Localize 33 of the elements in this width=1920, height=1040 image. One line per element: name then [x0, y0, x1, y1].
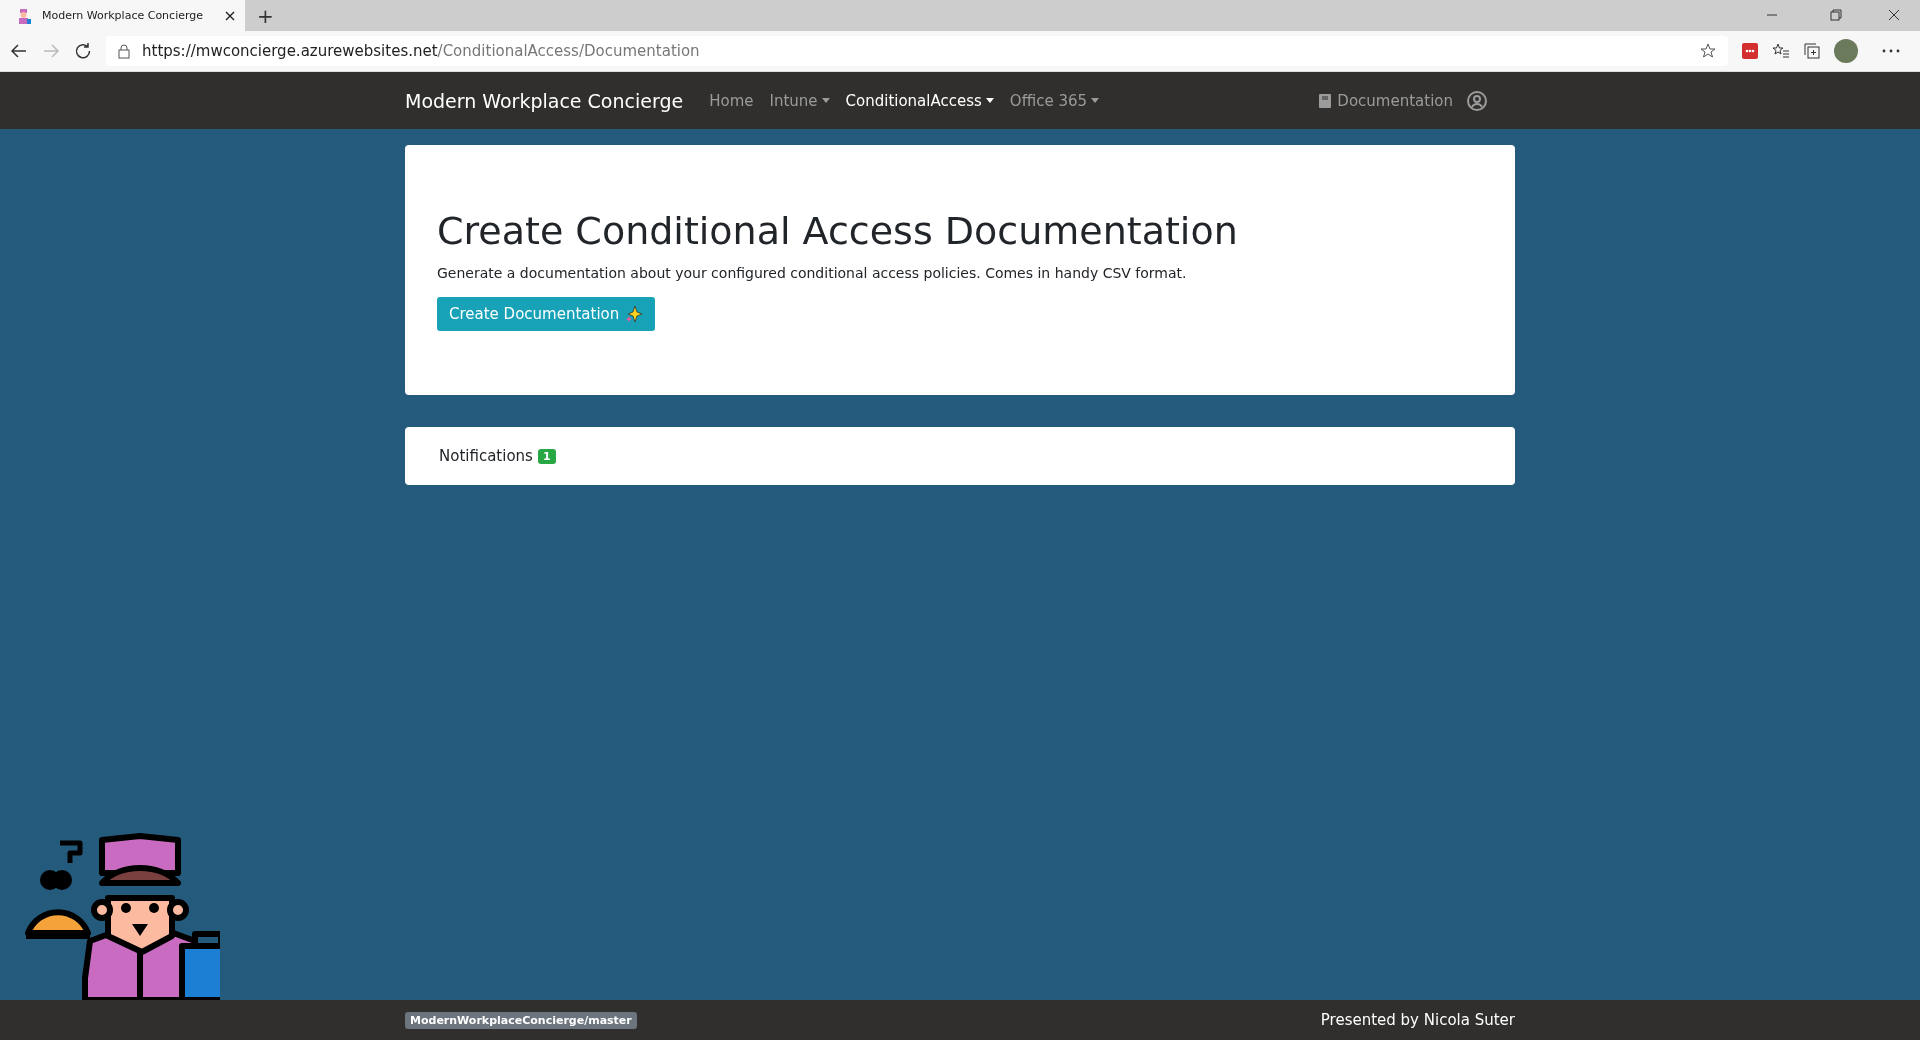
description-text: Generate a documentation about your configured conditional access policies. Comes in handy CSV format. — [437, 265, 1188, 281]
page-title: Create Conditional Access Documentation — [437, 209, 1239, 253]
notification-count: 1 — [537, 448, 556, 464]
url-text: https://mwconcierge.azurewebsites.net/ConditionalAccess/Documentation — [142, 42, 700, 60]
notifications-label[interactable]: Notifications — [439, 447, 533, 465]
profile-avatar-icon[interactable] — [1834, 39, 1858, 63]
star-icon[interactable] — [1700, 43, 1716, 59]
more-icon[interactable] — [1882, 49, 1900, 53]
documentation-link[interactable]: Documentation — [1319, 91, 1453, 110]
address-bar[interactable]: https://mwconcierge.azurewebsites.net/ConditionalAccess/Documentation — [106, 36, 1728, 66]
close-icon[interactable] — [225, 10, 235, 21]
restore-icon[interactable] — [1830, 9, 1842, 21]
collections-icon[interactable] — [1804, 43, 1820, 59]
favorites-icon[interactable] — [1772, 43, 1790, 59]
extension-icon[interactable] — [1742, 43, 1758, 59]
close-icon[interactable] — [1888, 9, 1900, 21]
browser-tab[interactable]: Modern Workplace Concierge — [0, 0, 245, 31]
concierge-favicon-icon — [16, 7, 32, 24]
new-tab-button[interactable]: + — [245, 0, 286, 31]
book-icon — [1319, 93, 1332, 108]
user-icon[interactable] — [1467, 90, 1487, 111]
lock-icon — [118, 43, 130, 59]
nav-link[interactable]: ConditionalAccess — [837, 91, 1002, 110]
tab-title: Modern Workplace Concierge — [42, 9, 205, 22]
nav-link[interactable]: Intune — [761, 91, 838, 110]
refresh-icon[interactable] — [74, 42, 92, 60]
branch-label: ModernWorkplaceConcierge/master — [405, 1011, 637, 1029]
credit-text: Presented by Nicola Suter — [1320, 1011, 1515, 1029]
brand-link[interactable]: Modern Workplace Concierge — [405, 89, 684, 112]
nav-link[interactable]: Office 365 — [1001, 91, 1107, 110]
nav-link[interactable]: Home — [701, 91, 762, 110]
sparkles-icon — [625, 305, 644, 323]
back-icon[interactable] — [10, 42, 28, 60]
